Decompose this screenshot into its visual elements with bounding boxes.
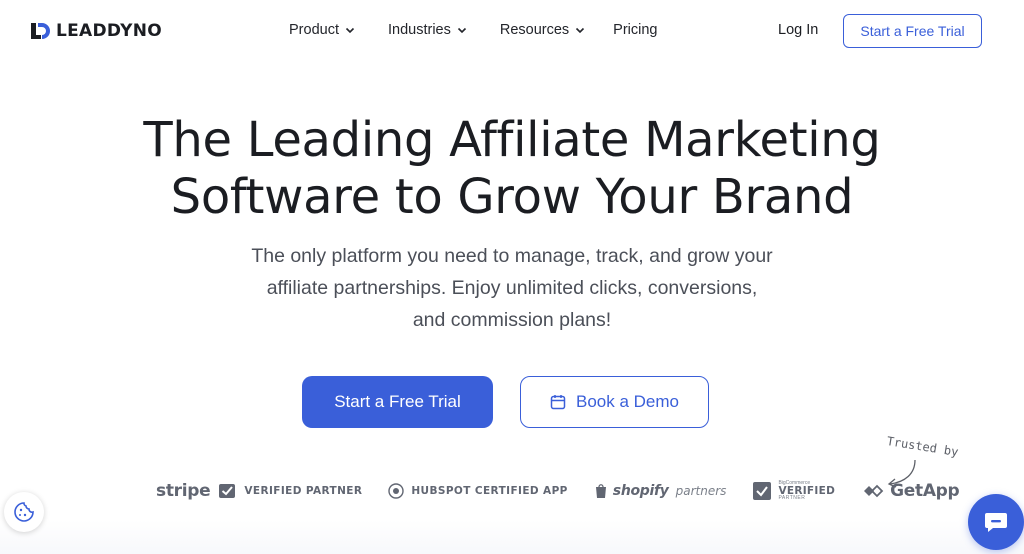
nav-item-industries[interactable]: Industries [388, 22, 467, 38]
bigcommerce-text-stack: BigCommerce VERIFIED PARTNER [778, 480, 835, 502]
stripe-badge-text: VERIFIED PARTNER [244, 485, 363, 497]
verified-check-icon [219, 484, 236, 498]
cookie-settings-button[interactable] [4, 492, 44, 532]
section-fade [0, 520, 1024, 554]
partner-logos: stripe VERIFIED PARTNER HUBSPOT CERTIFIE… [156, 478, 960, 504]
shopify-wordmark: shopify [612, 483, 669, 499]
hubspot-certified-logo: HUBSPOT CERTIFIED APP [388, 483, 567, 499]
getapp-logo: GetApp [863, 481, 960, 501]
chat-widget-button[interactable] [968, 494, 1024, 550]
hero-subtitle-line: affiliate partnerships. Enjoy unlimited … [266, 277, 758, 299]
nav-item-label: Product [289, 22, 339, 38]
nav-item-resources[interactable]: Resources [500, 22, 585, 38]
hero-title-line: The Leading Affiliate Marketing [143, 112, 881, 168]
chevron-down-icon [457, 27, 466, 34]
calendar-icon [550, 395, 566, 410]
book-demo-label: Book a Demo [576, 392, 679, 411]
hubspot-icon [388, 483, 405, 499]
bigcommerce-verified-partner-logo: BigCommerce VERIFIED PARTNER [752, 480, 835, 502]
shopify-partners-logo: shopify partners [594, 483, 727, 499]
hero-title-line: Software to Grow Your Brand [170, 169, 854, 225]
chevron-down-icon [345, 27, 355, 34]
start-free-trial-button[interactable]: Start a Free Trial [302, 376, 493, 428]
hero-subtitle: The only platform you need to manage, tr… [200, 240, 824, 336]
stripe-verified-partner-logo: stripe VERIFIED PARTNER [156, 481, 362, 501]
chevron-down-icon [576, 27, 585, 34]
book-demo-button[interactable]: Book a Demo [520, 376, 709, 428]
logo[interactable]: LEADDYNO [30, 20, 162, 42]
shopify-bag-icon [595, 484, 606, 498]
cookie-icon [14, 502, 34, 522]
brand-name: LEADDYNO [56, 21, 162, 41]
getapp-wordmark: GetApp [890, 481, 960, 501]
site-header: LEADDYNO Product Industries Resources Pr… [0, 0, 1024, 62]
chat-bubble-icon [985, 513, 1007, 532]
login-link[interactable]: Log In [778, 22, 818, 38]
hubspot-text: HUBSPOT CERTIFIED APP [411, 485, 568, 497]
stripe-wordmark: stripe [156, 481, 211, 501]
hero-title: The Leading Affiliate Marketing Software… [0, 112, 1024, 226]
nav-item-product[interactable]: Product [289, 22, 355, 38]
hero-subtitle-line: and commission plans! [412, 309, 612, 331]
nav-item-label: Industries [387, 22, 451, 38]
nav-item-label: Pricing [613, 22, 658, 38]
bigcommerce-partner-text: PARTNER [778, 495, 806, 502]
bigcommerce-check-icon [753, 482, 772, 500]
shopify-partners-text: partners [675, 484, 727, 498]
leaddyno-logo-icon [31, 23, 50, 39]
main-nav: Product Industries Resources Pricing [289, 22, 658, 38]
nav-item-label: Resources [499, 22, 570, 38]
header-start-trial-button[interactable]: Start a Free Trial [843, 14, 982, 48]
nav-item-pricing[interactable]: Pricing [613, 22, 657, 38]
getapp-icon [864, 484, 884, 498]
hero-subtitle-line: The only platform you need to manage, tr… [251, 245, 773, 267]
